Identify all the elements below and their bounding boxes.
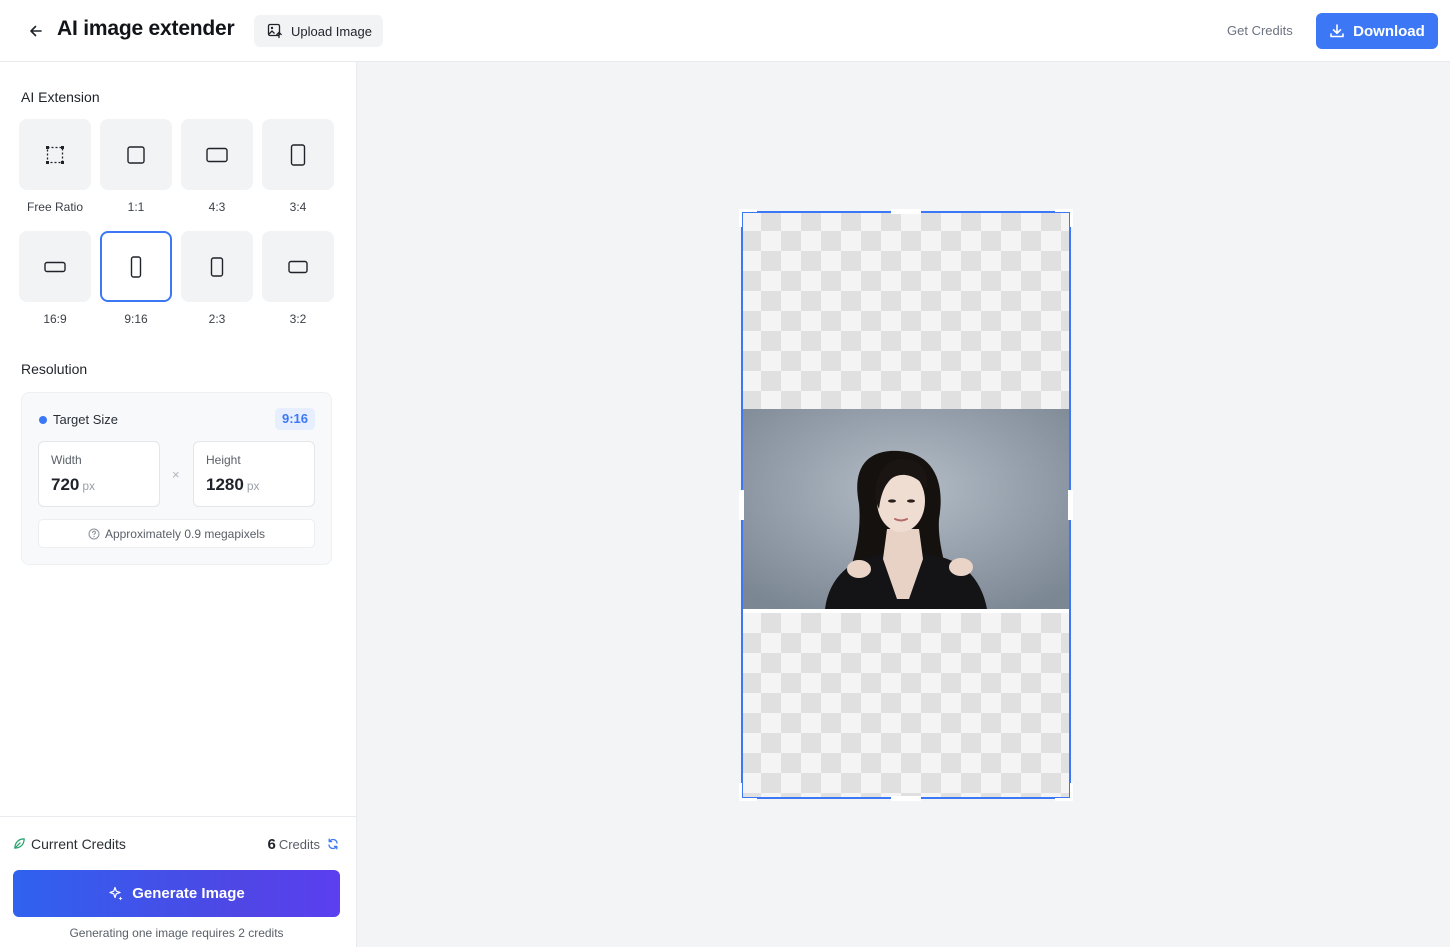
corner-handle-top-right[interactable] bbox=[1055, 209, 1073, 227]
current-credits-label: Current Credits bbox=[31, 836, 126, 852]
ratio-3-2-label: 3:2 bbox=[289, 312, 307, 326]
credits-value: 6 bbox=[267, 836, 276, 853]
canvas-area[interactable] bbox=[357, 62, 1450, 947]
ratio-4-3-label: 4:3 bbox=[208, 200, 226, 214]
get-credits-link[interactable]: Get Credits bbox=[1227, 23, 1293, 38]
ratio-9-16-label: 9:16 bbox=[124, 312, 148, 326]
image-upload-icon bbox=[267, 23, 282, 39]
portrait-icon bbox=[290, 143, 306, 166]
height-label: Height bbox=[206, 453, 241, 467]
portrait-icon bbox=[210, 256, 224, 277]
ai-extension-title: AI Extension bbox=[21, 89, 100, 105]
credits-count: 6 Credits bbox=[267, 836, 320, 853]
ratio-1-1-label: 1:1 bbox=[127, 200, 145, 214]
edge-handle-top[interactable] bbox=[891, 209, 921, 214]
generate-image-label: Generate Image bbox=[132, 885, 245, 902]
ratio-badge: 9:16 bbox=[274, 408, 315, 430]
settings-sidebar: AI Extension Free Ratio 1:1 4:3 3:4 16:9… bbox=[0, 62, 357, 947]
megapixels-text: Approximately 0.9 megapixels bbox=[104, 526, 266, 541]
extension-frame[interactable] bbox=[739, 209, 1073, 801]
help-circle-icon bbox=[88, 528, 100, 539]
height-unit: px bbox=[246, 479, 260, 493]
credits-unit: Credits bbox=[278, 837, 320, 852]
ratio-free-label: Free Ratio bbox=[26, 200, 84, 214]
sidebar-footer: Current Credits 6 Credits Generate Image … bbox=[0, 816, 356, 947]
page-title: AI image extender bbox=[57, 17, 235, 40]
sparkle-icon bbox=[109, 886, 123, 900]
edge-handle-right[interactable] bbox=[1068, 490, 1073, 520]
width-label: Width bbox=[51, 453, 82, 467]
ratio-4-3-button[interactable] bbox=[181, 119, 253, 190]
ratio-3-4-button[interactable] bbox=[262, 119, 334, 190]
ratio-3-4-label: 3:4 bbox=[289, 200, 307, 214]
wide-icon bbox=[44, 261, 66, 272]
height-value: 1280 bbox=[206, 475, 244, 494]
landscape-icon bbox=[288, 260, 308, 273]
corner-handle-bottom-left[interactable] bbox=[739, 783, 757, 801]
leaf-icon bbox=[14, 838, 25, 849]
tall-icon bbox=[130, 255, 142, 278]
ratio-9-16-button[interactable] bbox=[100, 231, 172, 302]
landscape-icon bbox=[206, 147, 228, 162]
height-field[interactable]: Height 1280 px bbox=[193, 441, 315, 507]
ratio-free-button[interactable] bbox=[19, 119, 91, 190]
ratio-16-9-label: 16:9 bbox=[43, 312, 67, 326]
times-sign: × bbox=[172, 467, 180, 482]
download-icon bbox=[1330, 24, 1344, 38]
height-value-group: 1280 px bbox=[206, 475, 260, 495]
status-dot bbox=[39, 416, 47, 424]
refresh-icon[interactable] bbox=[327, 838, 339, 850]
generate-image-button[interactable]: Generate Image bbox=[13, 870, 340, 917]
upload-image-label: Upload Image bbox=[291, 23, 372, 39]
download-label: Download bbox=[1353, 22, 1425, 40]
ratio-3-2-button[interactable] bbox=[262, 231, 334, 302]
resolution-title: Resolution bbox=[21, 361, 88, 377]
generate-cost-note: Generating one image requires 2 credits bbox=[69, 926, 284, 940]
corner-handle-bottom-right[interactable] bbox=[1055, 783, 1073, 801]
width-value: 720 bbox=[51, 475, 80, 494]
top-bar: AI image extender Upload Image Get Credi… bbox=[0, 0, 1450, 62]
resolution-card: Target Size 9:16 Width 720 px × Height 12… bbox=[21, 392, 332, 565]
selection-border bbox=[741, 211, 1071, 799]
ratio-2-3-label: 2:3 bbox=[208, 312, 226, 326]
corner-handle-top-left[interactable] bbox=[739, 209, 757, 227]
back-button[interactable] bbox=[24, 19, 48, 43]
width-unit: px bbox=[82, 479, 96, 493]
upload-image-button[interactable]: Upload Image bbox=[254, 15, 383, 47]
download-button[interactable]: Download bbox=[1316, 13, 1438, 49]
megapixels-note: Approximately 0.9 megapixels bbox=[38, 519, 315, 548]
free-ratio-icon bbox=[46, 145, 64, 164]
square-icon bbox=[127, 145, 145, 164]
ratio-2-3-button[interactable] bbox=[181, 231, 253, 302]
width-field[interactable]: Width 720 px bbox=[38, 441, 160, 507]
edge-handle-bottom[interactable] bbox=[891, 796, 921, 801]
edge-handle-left[interactable] bbox=[739, 490, 744, 520]
width-value-group: 720 px bbox=[51, 475, 95, 495]
target-size-label: Target Size bbox=[53, 412, 119, 427]
ratio-1-1-button[interactable] bbox=[100, 119, 172, 190]
ratio-16-9-button[interactable] bbox=[19, 231, 91, 302]
arrow-left-icon bbox=[30, 25, 42, 37]
